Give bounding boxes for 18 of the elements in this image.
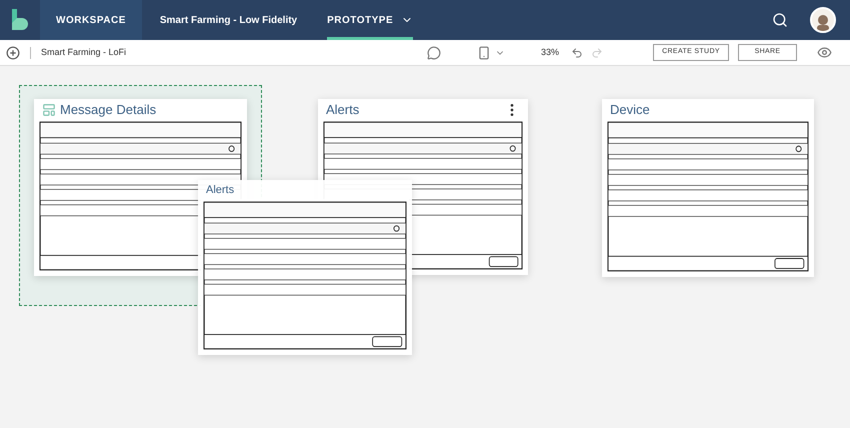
phone-icon[interactable] — [476, 46, 491, 60]
screen-title: Device — [610, 100, 650, 119]
preview-icon[interactable] — [817, 45, 832, 60]
avatar[interactable] — [810, 7, 836, 33]
add-icon[interactable] — [6, 46, 20, 60]
workspace-link[interactable]: WORKSPACE — [40, 0, 142, 40]
undo-icon[interactable] — [571, 46, 583, 58]
prototype-title: Smart Farming - LoFi — [41, 46, 126, 59]
project-name[interactable]: Smart Farming - Low Fidelity — [160, 12, 298, 28]
screen-title: Alerts — [206, 182, 234, 198]
layout-icon — [42, 102, 56, 116]
zoom-level[interactable]: 33% — [540, 46, 559, 60]
screen-card[interactable]: Device — [602, 99, 814, 277]
screen-title: Alerts — [326, 100, 360, 119]
search-icon[interactable] — [772, 12, 788, 28]
overlay-card[interactable]: Alerts — [198, 180, 412, 355]
screen-title: Message Details — [60, 100, 156, 119]
comment-icon[interactable] — [426, 46, 441, 60]
